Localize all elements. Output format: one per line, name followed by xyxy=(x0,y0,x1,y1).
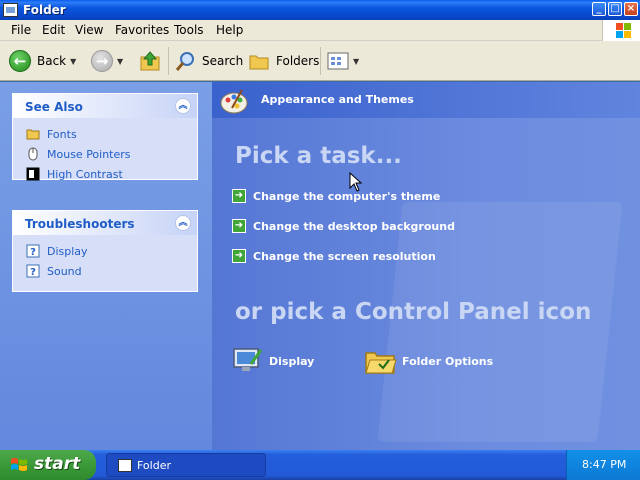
category-header: Appearance and Themes xyxy=(212,82,640,118)
task-change-theme[interactable]: ➜ Change the computer's theme xyxy=(232,187,440,205)
see-also-item-fonts[interactable]: Fonts xyxy=(13,124,197,144)
see-also-item-mouse-pointers[interactable]: Mouse Pointers xyxy=(13,144,197,164)
close-button[interactable]: × xyxy=(624,2,638,16)
mouse-icon xyxy=(28,147,38,161)
help-icon: ? xyxy=(26,244,40,258)
task-arrow-icon: ➜ xyxy=(232,249,246,263)
main-content: Appearance and Themes Pick a task... ➜ C… xyxy=(212,82,640,450)
toolbar: ← Back ▼ → ▼ Search Folders ▼ xyxy=(0,41,640,81)
collapse-chevron-icon[interactable]: ︽ xyxy=(175,98,191,114)
pick-icon-heading: or pick a Control Panel icon xyxy=(235,299,592,325)
category-title: Appearance and Themes xyxy=(261,93,414,106)
back-arrow-icon: ← xyxy=(9,50,31,72)
back-dropdown-icon[interactable]: ▼ xyxy=(70,57,76,66)
see-also-item-label: Mouse Pointers xyxy=(47,148,131,161)
collapse-chevron-icon[interactable]: ︽ xyxy=(175,215,191,231)
troubleshooter-item-sound[interactable]: ? Sound xyxy=(13,261,197,281)
folders-label: Folders xyxy=(276,54,320,68)
display-icon xyxy=(233,348,263,371)
forward-dropdown-icon[interactable]: ▼ xyxy=(117,57,123,66)
up-folder-button[interactable] xyxy=(139,49,161,73)
menu-tools[interactable]: Tools xyxy=(174,23,204,37)
task-label: Change the computer's theme xyxy=(253,189,441,203)
back-button[interactable]: ← Back ▼ xyxy=(9,49,76,73)
maximize-button[interactable]: □ xyxy=(608,2,622,16)
views-dropdown-icon[interactable]: ▼ xyxy=(353,57,359,66)
svg-text:?: ? xyxy=(30,247,36,258)
start-label: start xyxy=(34,454,81,474)
task-change-background[interactable]: ➜ Change the desktop background xyxy=(232,217,455,235)
menu-edit[interactable]: Edit xyxy=(42,23,65,37)
troubleshooters-header[interactable]: Troubleshooters ︽ xyxy=(13,211,197,235)
taskbar-window-label: Folder xyxy=(137,459,171,472)
troubleshooters-box: Troubleshooters ︽ ? Display ? Sound xyxy=(12,210,198,292)
folders-button[interactable]: Folders xyxy=(248,49,319,73)
see-also-box: See Also ︽ Fonts Mouse Pointers High Con… xyxy=(12,93,198,181)
svg-text:?: ? xyxy=(30,267,36,278)
see-also-item-high-contrast[interactable]: High Contrast xyxy=(13,164,197,184)
window-icon xyxy=(118,459,132,472)
control-panel-icon-label: Display xyxy=(269,354,315,368)
troubleshooter-item-label: Sound xyxy=(47,265,82,278)
menu-view[interactable]: View xyxy=(75,23,103,37)
task-change-resolution[interactable]: ➜ Change the screen resolution xyxy=(232,247,436,265)
mouse-cursor-icon xyxy=(349,172,363,192)
start-button[interactable]: start xyxy=(0,450,96,480)
views-button[interactable]: ▼ xyxy=(327,49,359,73)
windows-logo-icon xyxy=(602,20,640,41)
see-also-item-label: High Contrast xyxy=(47,168,123,181)
menu-help[interactable]: Help xyxy=(216,23,243,37)
see-also-item-label: Fonts xyxy=(47,128,77,141)
troubleshooter-item-label: Display xyxy=(47,245,88,258)
window-icon[interactable] xyxy=(3,3,18,17)
clock[interactable]: 8:47 PM xyxy=(582,458,626,471)
windows-flag-icon xyxy=(11,458,27,471)
forward-button[interactable]: → ▼ xyxy=(91,49,123,73)
toolbar-separator xyxy=(320,47,321,75)
help-icon: ? xyxy=(26,264,40,278)
menu-bar: File Edit View Favorites Tools Help xyxy=(0,20,640,41)
up-folder-icon xyxy=(140,51,160,71)
folder-options-icon xyxy=(365,352,397,374)
menu-favorites[interactable]: Favorites xyxy=(115,23,169,37)
search-label: Search xyxy=(202,54,244,68)
system-tray: 8:47 PM xyxy=(566,450,640,480)
contrast-icon xyxy=(26,167,40,181)
back-label: Back xyxy=(37,54,67,68)
see-also-header[interactable]: See Also ︽ xyxy=(13,94,197,118)
title-bar[interactable]: Folder _ □ × xyxy=(0,0,640,20)
control-panel-folder-options[interactable]: Folder Options xyxy=(364,346,493,376)
task-arrow-icon: ➜ xyxy=(232,189,246,203)
task-arrow-icon: ➜ xyxy=(232,219,246,233)
troubleshooters-title: Troubleshooters xyxy=(25,217,135,231)
taskbar-window-button[interactable]: Folder xyxy=(106,453,266,477)
views-icon xyxy=(327,52,349,70)
folders-icon xyxy=(249,55,269,70)
folder-icon xyxy=(26,129,40,140)
control-panel-display[interactable]: Display xyxy=(231,346,314,376)
window-title: Folder xyxy=(23,3,66,17)
pick-task-heading: Pick a task... xyxy=(235,143,402,169)
toolbar-separator xyxy=(168,47,169,75)
control-panel-icon-label: Folder Options xyxy=(402,354,494,368)
taskbar: start Folder 8:47 PM xyxy=(0,450,640,480)
menu-file[interactable]: File xyxy=(11,23,31,37)
search-icon xyxy=(175,52,194,71)
see-also-title: See Also xyxy=(25,100,83,114)
task-pane: See Also ︽ Fonts Mouse Pointers High Con… xyxy=(0,82,212,450)
forward-arrow-icon: → xyxy=(91,50,113,72)
troubleshooter-item-display[interactable]: ? Display xyxy=(13,241,197,261)
task-label: Change the screen resolution xyxy=(253,249,436,263)
task-label: Change the desktop background xyxy=(253,219,455,233)
search-button[interactable]: Search xyxy=(174,49,243,73)
appearance-themes-icon xyxy=(220,89,248,114)
minimize-button[interactable]: _ xyxy=(592,2,606,16)
